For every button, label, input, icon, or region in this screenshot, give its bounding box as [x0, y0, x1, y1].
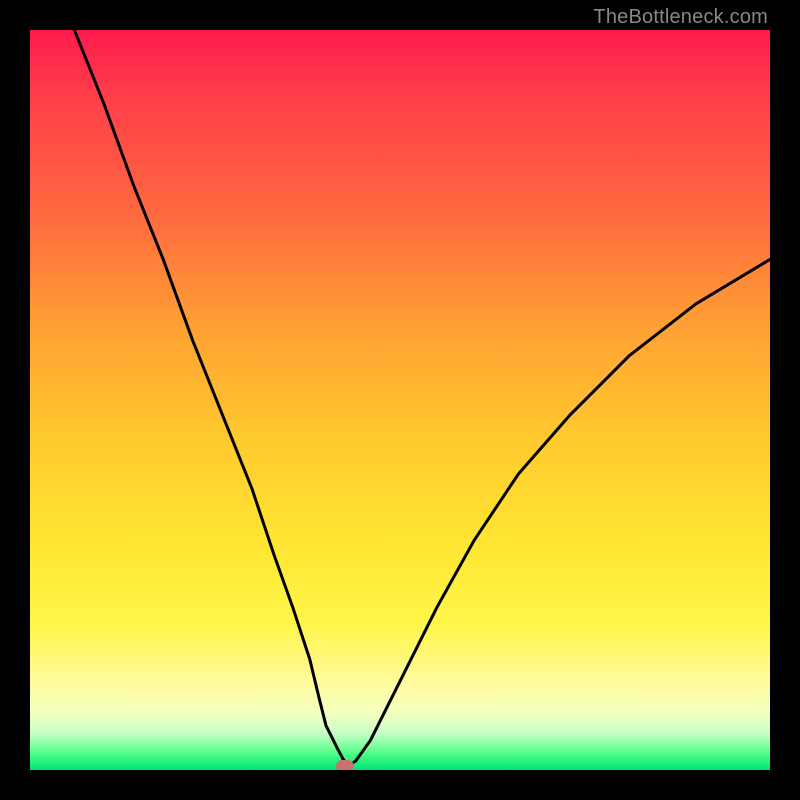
- bottleneck-curve: [30, 30, 770, 770]
- watermark-text: TheBottleneck.com: [593, 6, 768, 29]
- optimal-point-marker: [336, 760, 354, 770]
- plot-area: [30, 30, 770, 770]
- chart-frame: TheBottleneck.com: [0, 0, 800, 800]
